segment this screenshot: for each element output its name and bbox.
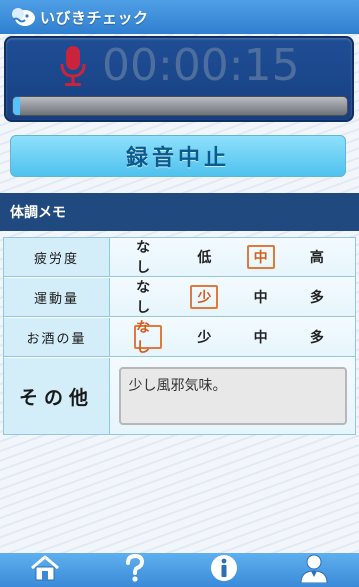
memo-row-other: その他 少し風邪気味。: [4, 358, 355, 434]
profile-icon: [298, 553, 330, 587]
option-none[interactable]: なし: [134, 240, 162, 276]
bottom-navigation: [0, 553, 359, 587]
memo-row-options: なし 少 中 多: [110, 318, 355, 356]
memo-row-options: なし 低 中 高: [110, 238, 355, 276]
memo-table: 疲労度 なし 低 中 高 運動量 なし 少 中 多 お酒の量 なし 少 中 多 …: [3, 237, 356, 435]
memo-section-title: 体調メモ: [0, 193, 359, 231]
logo-icon: [10, 5, 36, 29]
app-title: いびきチェック: [40, 8, 149, 27]
option-medium[interactable]: 中: [247, 285, 275, 309]
nav-profile-button[interactable]: [294, 553, 334, 587]
memo-other-area: 少し風邪気味。: [110, 358, 355, 434]
stop-recording-button[interactable]: 録音中止: [10, 135, 346, 177]
memo-row-fatigue: 疲労度 なし 低 中 高: [4, 238, 355, 277]
memo-other-label: その他: [4, 358, 110, 434]
recording-progress-bar: [12, 96, 348, 116]
memo-row-options: なし 少 中 多: [110, 278, 355, 316]
option-high[interactable]: 高: [303, 245, 331, 269]
app-header: いびきチェック: [0, 0, 359, 34]
nav-info-button[interactable]: [204, 553, 244, 587]
recording-timer: 00:00:15: [102, 40, 300, 91]
app: いびきチェック 00:00:15 録音中止 体調メモ 疲労度 なし 低 中 高 …: [0, 0, 359, 587]
info-icon: [209, 553, 239, 587]
recorder-panel: 00:00:15: [4, 36, 354, 122]
memo-other-input[interactable]: 少し風邪気味。: [118, 367, 347, 425]
microphone-icon: [58, 44, 88, 88]
memo-row-exercise: 運動量 なし 少 中 多: [4, 278, 355, 317]
option-little[interactable]: 少: [190, 325, 218, 349]
nav-help-button[interactable]: [115, 553, 155, 587]
option-medium[interactable]: 中: [247, 325, 275, 349]
nav-home-button[interactable]: [25, 553, 65, 587]
option-much[interactable]: 多: [303, 325, 331, 349]
option-low[interactable]: 低: [190, 245, 218, 269]
home-icon: [28, 554, 62, 586]
option-medium[interactable]: 中: [246, 245, 275, 269]
recording-progress-fill: [13, 97, 20, 115]
memo-row-label: 疲労度: [4, 238, 110, 276]
help-icon: [121, 553, 149, 587]
memo-row-alcohol: お酒の量 なし 少 中 多: [4, 318, 355, 357]
option-much[interactable]: 多: [303, 285, 331, 309]
memo-row-label: 運動量: [4, 278, 110, 316]
option-none[interactable]: なし: [134, 320, 163, 356]
option-little[interactable]: 少: [190, 285, 219, 309]
memo-row-label: お酒の量: [4, 318, 110, 356]
option-none[interactable]: なし: [134, 280, 162, 316]
